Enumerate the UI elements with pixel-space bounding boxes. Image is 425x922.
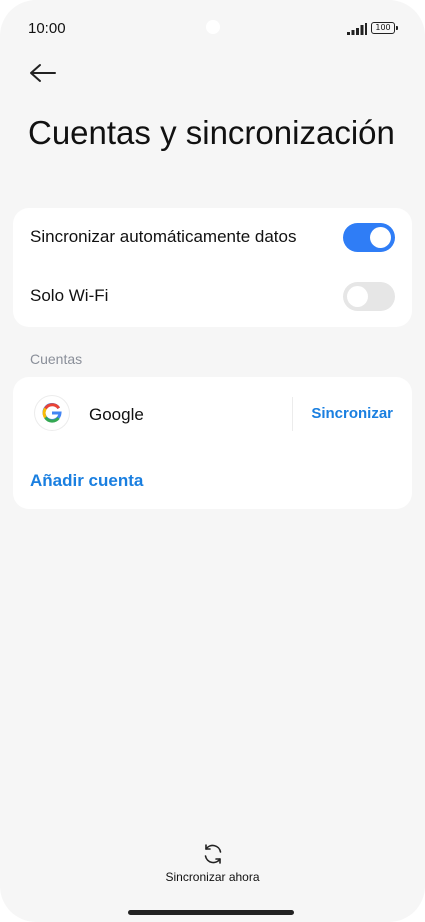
toggle-knob [370,227,391,248]
toggle-knob [347,286,368,307]
accounts-card: Google Sincronizar Añadir cuenta [13,377,412,509]
auto-sync-label: Sincronizar automáticamente datos [30,227,297,246]
status-bar: 10:00 100 [0,0,425,56]
battery-icon: 100 [371,22,398,34]
sync-now-button[interactable]: Sincronizar ahora [140,842,285,888]
status-time: 10:00 [28,20,66,37]
google-icon [35,396,69,430]
google-account-row[interactable]: Google Sincronizar [13,377,412,451]
back-arrow-icon [30,64,56,82]
sync-now-label: Sincronizar ahora [165,870,260,884]
wifi-only-row[interactable]: Solo Wi-Fi [13,267,412,325]
auto-sync-toggle[interactable] [343,223,395,252]
back-button[interactable] [26,58,60,90]
page-title: Cuentas y sincronización [28,114,395,151]
divider [292,397,293,431]
wifi-only-label: Solo Wi-Fi [30,286,109,305]
add-account-button[interactable]: Añadir cuenta [30,471,143,491]
sync-icon [204,844,221,864]
auto-sync-row[interactable]: Sincronizar automáticamente datos [13,208,412,266]
sync-settings-card: Sincronizar automáticamente datos Solo W… [13,208,412,327]
google-account-label: Google [89,405,144,424]
home-indicator[interactable] [128,910,294,915]
phone-screen: 10:00 100 Cuentas y sincronización Sincr… [0,0,425,922]
wifi-only-toggle[interactable] [343,282,395,311]
accounts-section-label: Cuentas [30,351,83,367]
sync-account-button[interactable]: Sincronizar [311,405,393,422]
camera-cutout [206,20,220,34]
signal-icon [347,23,367,35]
